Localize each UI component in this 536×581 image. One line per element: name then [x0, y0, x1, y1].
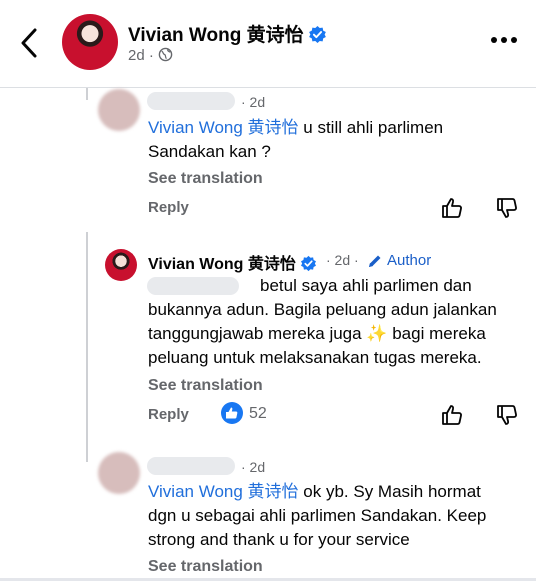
comment-time[interactable]: · 2d: [241, 459, 265, 475]
comment-text-line: tanggungjawab mereka juga ✨ bagi mereka: [148, 322, 486, 346]
like-count[interactable]: 52: [249, 405, 267, 423]
author-badge: Author: [387, 252, 432, 269]
comment-text-line: bukannya adun. Bagila peluang adun jalan…: [148, 300, 497, 319]
author-reply-avatar[interactable]: [105, 249, 137, 281]
comment-time[interactable]: · 2d: [241, 94, 265, 110]
author-avatar[interactable]: [62, 14, 118, 70]
author-reply-name[interactable]: Vivian Wong 黄诗怡: [148, 250, 317, 274]
thumbs-up-icon[interactable]: [440, 196, 464, 220]
thumbs-up-icon: [226, 407, 238, 419]
sparkle-emoji: ✨: [366, 324, 388, 343]
reply-button[interactable]: Reply: [148, 199, 189, 216]
author-reply-name-text[interactable]: Vivian Wong 黄诗怡: [148, 256, 296, 273]
comment-text-line: u still ahli parlimen: [298, 118, 444, 137]
header-divider: [0, 87, 536, 88]
verified-badge-icon: [300, 255, 316, 272]
commenter-avatar[interactable]: [98, 452, 140, 494]
reply-button[interactable]: Reply: [148, 406, 189, 423]
commenter-name-redacted[interactable]: [147, 92, 235, 110]
comment-text-line: strong and thank u for your service: [148, 530, 410, 549]
comment-text: Vivian Wong 黄诗怡 ok yb. Sy Masih hormat: [148, 480, 481, 504]
post-meta: 2d ·: [128, 47, 173, 64]
thread-line: [86, 232, 88, 462]
thumbs-down-icon[interactable]: [495, 196, 519, 220]
mention-link[interactable]: Vivian Wong 黄诗怡: [148, 482, 299, 501]
see-translation-link[interactable]: See translation: [148, 170, 263, 188]
thread-line: [86, 430, 88, 450]
like-reaction-icon[interactable]: [221, 402, 243, 424]
comment-time[interactable]: · 2d ·: [326, 252, 359, 268]
commenter-avatar[interactable]: [98, 89, 140, 131]
post-time[interactable]: 2d: [128, 47, 145, 64]
comment-text-part: bagi mereka: [387, 324, 486, 343]
comment-text-part: tanggungjawab mereka juga: [148, 324, 367, 343]
post-header: Vivian Wong 黄诗怡 2d ·: [0, 0, 536, 86]
chevron-left-icon[interactable]: [16, 26, 42, 60]
comment-text-line: peluang untuk melaksanakan tugas mereka.: [148, 348, 482, 367]
thumbs-up-icon[interactable]: [440, 403, 464, 427]
comment-text-line: ok yb. Sy Masih hormat: [298, 482, 481, 501]
commenter-name-redacted[interactable]: [147, 277, 239, 295]
comment-text-line: dgn u sebagai ahli parlimen Sandakan. Ke…: [148, 506, 487, 525]
globe-icon: [158, 47, 173, 62]
commenter-name-redacted[interactable]: [147, 457, 235, 475]
comment-text: Vivian Wong 黄诗怡 u still ahli parlimen: [148, 116, 443, 140]
see-translation-link[interactable]: See translation: [148, 558, 263, 576]
comment-text-line: betul saya ahli parlimen dan: [260, 276, 472, 295]
verified-badge-icon: [308, 25, 326, 44]
author-name-header[interactable]: Vivian Wong 黄诗怡: [128, 20, 327, 47]
more-horizontal-icon[interactable]: [490, 36, 518, 44]
author-name-text[interactable]: Vivian Wong 黄诗怡: [128, 25, 304, 46]
meta-separator: ·: [148, 47, 154, 64]
pencil-icon: [369, 255, 381, 267]
thumbs-down-icon[interactable]: [495, 403, 519, 427]
thread-line: [86, 88, 88, 100]
comment-text-line: Sandakan kan ?: [148, 142, 271, 161]
see-translation-link[interactable]: See translation: [148, 377, 263, 395]
mention-link[interactable]: Vivian Wong 黄诗怡: [148, 118, 299, 137]
